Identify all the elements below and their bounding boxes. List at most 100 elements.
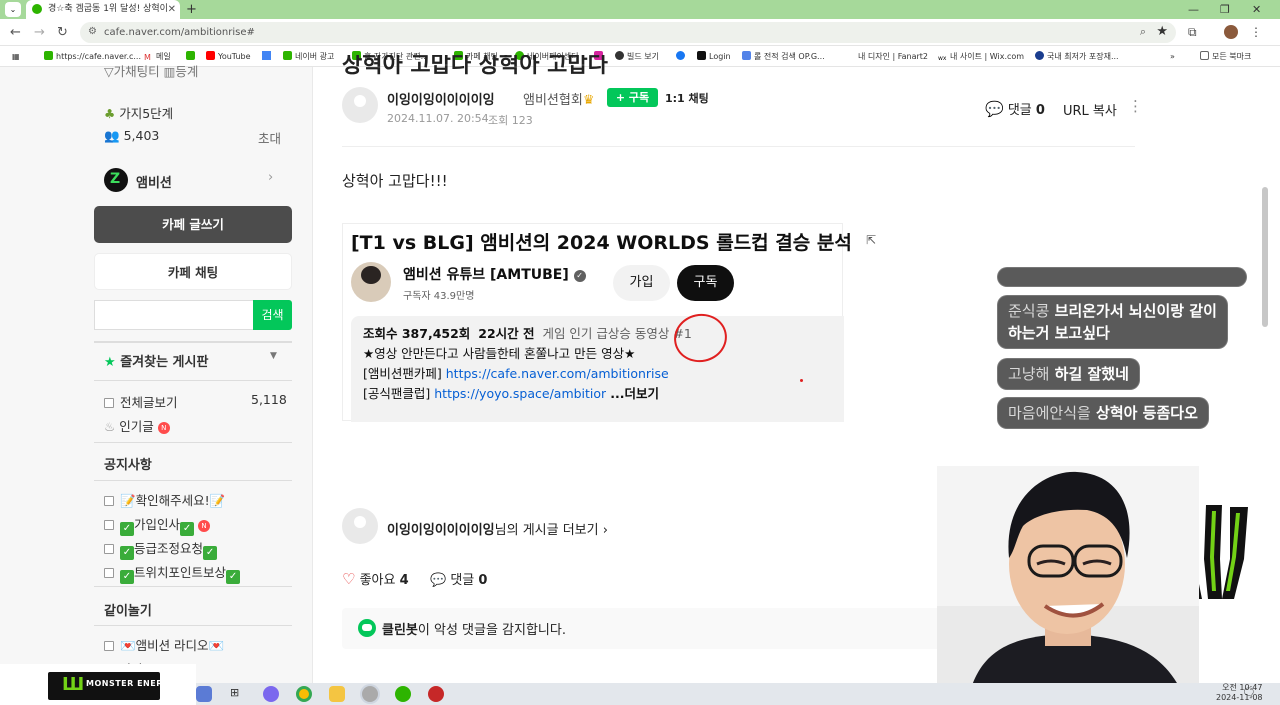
invite-link[interactable]: 초대 (258, 128, 281, 147)
bookmark-item[interactable]: 내 디자인 | Fanart2 (858, 47, 928, 67)
author-avatar[interactable] (342, 87, 378, 123)
comment-button[interactable]: 💬 댓글 0 (430, 569, 487, 588)
bookmark-item[interactable]: 롤 전적 검색 OP.G... (742, 47, 825, 67)
bookmark-item[interactable] (262, 47, 274, 67)
tab-close-icon[interactable]: ✕ (168, 0, 176, 19)
new-badge: N (157, 422, 170, 434)
bookmark-item[interactable]: 국내 최저가 포장재... (1035, 47, 1119, 67)
profile-avatar[interactable] (1224, 25, 1238, 39)
zoom-icon[interactable]: ⌕ (1140, 25, 1146, 39)
bookmark-item[interactable]: wx 내 사이트 | Wix.com (938, 47, 1024, 67)
taskbar-app-icon[interactable] (428, 686, 444, 702)
mouse-cursor-icon: ⇱ (866, 233, 877, 247)
video-title[interactable]: [T1 vs BLG] 앰비션의 2024 WORLDS 롤드컵 결승 분석 (351, 228, 852, 255)
cafe-search-input[interactable] (94, 300, 254, 330)
author-grade: 앰비션협회♛ (523, 93, 595, 108)
favorites-header[interactable]: ★ 즐겨찾는 게시판 (104, 351, 208, 370)
board-all-posts[interactable]: 전체글보기 (104, 392, 178, 411)
verified-icon: ✓ (573, 270, 586, 282)
taskbar-app-icon[interactable] (196, 686, 212, 702)
bookmarks-overflow-icon[interactable]: » (1170, 47, 1175, 67)
bookmark-item[interactable] (676, 47, 688, 67)
one-on-one-chat[interactable]: 1:1 채팅 (665, 90, 709, 106)
bookmark-item[interactable]: YouTube (206, 47, 251, 67)
forward-icon[interactable]: → (34, 25, 45, 40)
omnibox[interactable]: ⚙ cafe.naver.com/ambitionrise# ⌕ ★ (80, 22, 1176, 43)
minimize-icon[interactable]: — (1188, 0, 1199, 19)
join-button[interactable]: 가입 (613, 265, 670, 301)
channel-name[interactable]: 앰비션 유튜브 [AMTUBE] ✓ (403, 264, 586, 284)
check-icon: ✓ (180, 522, 195, 536)
monster-energy-banner: Ш MONSTER ENERGY (0, 664, 196, 705)
menu-kebab-icon[interactable]: ⋮ (1250, 25, 1262, 39)
tab-active[interactable]: 경☆축 겜굽동 1위 달성! 상혁이 ✕ (26, 0, 180, 19)
check-icon: ✓ (203, 546, 218, 560)
board-popular[interactable]: ♨ 인기글 N (104, 416, 170, 435)
site-info-icon[interactable]: ⚙ (88, 26, 97, 37)
divider (94, 625, 292, 626)
apps-grid-icon[interactable]: ▦ (12, 47, 20, 67)
sidebar-background (0, 67, 312, 683)
chrome-active-icon[interactable] (362, 686, 378, 702)
copilot-icon[interactable] (263, 686, 279, 702)
divider (94, 341, 292, 343)
more-link[interactable]: ...더보기 (610, 386, 659, 401)
tab-search-icon[interactable]: ⌄ (5, 2, 21, 17)
board-item[interactable]: ✓ 트위치포인트보상 ✓ (104, 562, 241, 584)
taskbar-app-icon[interactable] (395, 686, 411, 702)
divider (94, 480, 292, 481)
tab-strip: ⌄ 경☆축 겜굽동 1위 달성! 상혁이 ✕ + — ❐ ✕ (0, 0, 1280, 19)
like-button[interactable]: ♡ 좋아요 4 (342, 569, 409, 588)
bookmark-item[interactable]: 네이버 광고 (283, 47, 334, 67)
task-view-icon[interactable]: ⊞ (230, 686, 246, 702)
cafe-chat-button[interactable]: 카페 채팅 (94, 253, 292, 290)
back-icon[interactable]: ← (10, 25, 21, 40)
board-item[interactable]: 📝확인해주세요!📝 (104, 490, 225, 509)
bookmark-star-icon[interactable]: ★ (1156, 24, 1168, 39)
page-scrollbar-thumb[interactable] (1262, 187, 1268, 327)
write-post-button[interactable]: 카페 글쓰기 (94, 206, 292, 243)
video-description[interactable]: 조회수 387,452회 22시간 전 게임 인기 급상승 동영상 #1 ★영상… (351, 316, 844, 422)
cleanbot-text: 클린봇이 악성 댓글을 감지합니다. (382, 623, 566, 638)
more-options-icon[interactable]: ⋮ (1128, 97, 1143, 115)
new-tab-icon[interactable]: + (186, 0, 197, 19)
reload-icon[interactable]: ↻ (57, 25, 68, 40)
board-icon (104, 544, 114, 554)
comments-link[interactable]: 💬 댓글 0 (985, 99, 1045, 118)
subscribe-button[interactable]: + 구독 (607, 88, 658, 107)
fancafe-link[interactable]: https://cafe.naver.com/ambitionrise (446, 366, 669, 381)
url-copy-button[interactable]: URL 복사 (1063, 100, 1117, 119)
close-window-icon[interactable]: ✕ (1252, 0, 1261, 19)
members-icon: 👥 (104, 128, 120, 143)
bookmark-item[interactable]: 빌드 보기 (615, 47, 659, 67)
search-button[interactable]: 검색 (253, 300, 292, 330)
channel-avatar[interactable] (351, 262, 391, 302)
bookmark-item[interactable]: Login (697, 47, 731, 67)
yt-subscribe-button[interactable]: 구독 (677, 265, 734, 301)
chevron-right-icon[interactable]: › (268, 170, 273, 185)
all-posts-count: 5,118 (251, 392, 287, 407)
caret-down-icon[interactable]: ▼ (270, 351, 277, 361)
board-item[interactable]: ✓ 가입인사 ✓ N (104, 514, 211, 536)
chrome-icon[interactable] (296, 686, 312, 702)
extensions-icon[interactable]: ⧉ (1188, 25, 1197, 40)
more-posts-link[interactable]: 이잉이잉이이이이잉님의 게시글 더보기 › (387, 519, 608, 538)
post-body: 상혁아 고맙다!!! (342, 172, 448, 190)
board-item[interactable]: 💌앰비션 라디오💌 (104, 635, 224, 654)
notification-icon[interactable]: 🗨 (1242, 686, 1258, 702)
fanclub-link[interactable]: https://yoyo.space/ambition (434, 384, 606, 404)
video-stats: 조회수 387,452회 22시간 전 게임 인기 급상승 동영상 #1 (363, 326, 692, 341)
author-avatar[interactable] (342, 508, 378, 544)
cleanbot-icon (358, 619, 376, 637)
post-views: 조회 123 (488, 114, 533, 127)
divider (94, 586, 292, 587)
board-item[interactable]: ✓ 등급조정요청 ✓ (104, 538, 218, 560)
youtube-embed[interactable]: [T1 vs BLG] 앰비션의 2024 WORLDS 롤드컵 결승 분석 앰… (342, 223, 852, 422)
author-name[interactable]: 이잉이잉이이이이잉 (387, 89, 495, 108)
member-count[interactable]: 👥 5,403 (104, 128, 159, 144)
bookmark-folder[interactable]: 모든 북마크 (1200, 47, 1251, 67)
owner-name[interactable]: 앰비션 (136, 172, 172, 191)
file-explorer-icon[interactable] (329, 686, 345, 702)
comment-icon: 💬 (430, 573, 447, 588)
restore-icon[interactable]: ❐ (1220, 0, 1230, 19)
